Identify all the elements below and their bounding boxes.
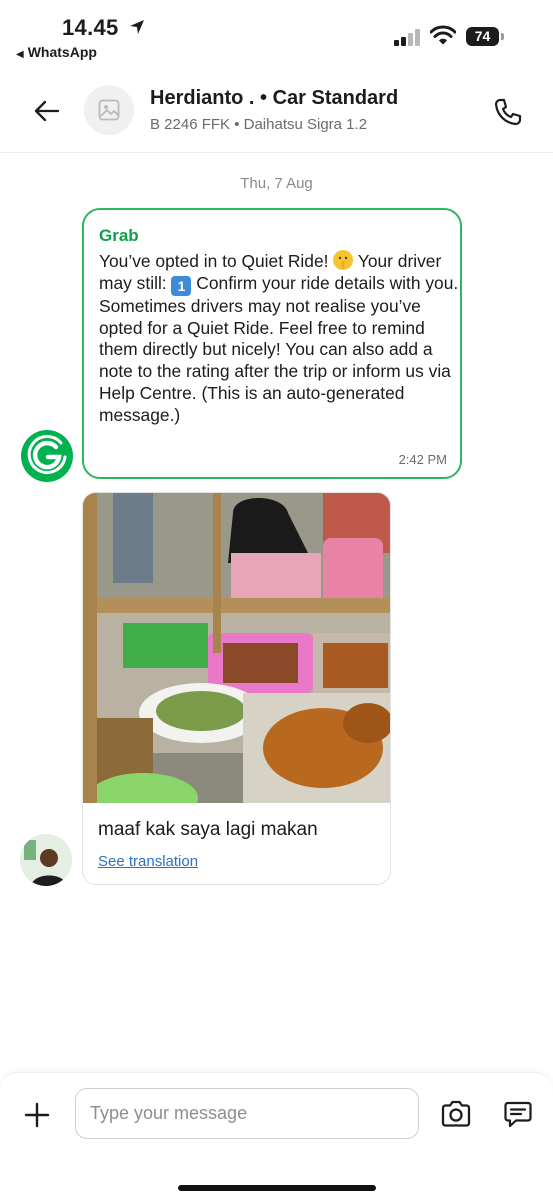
shushing-face-emoji-icon	[333, 250, 354, 270]
food-photo-image[interactable]	[83, 493, 390, 803]
back-to-app-link[interactable]: ◀ WhatsApp	[16, 44, 97, 60]
message-bubble-driver[interactable]: maaf kak saya lagi makan See translation	[82, 492, 391, 885]
status-time: 14.45	[62, 15, 119, 40]
vehicle-info: B 2246 FFK • Daihatsu Sigra 1.2	[150, 116, 368, 133]
home-indicator	[178, 1185, 376, 1191]
status-bar: 14.45 ◀ WhatsApp 74	[0, 0, 553, 70]
see-translation-link[interactable]: See translation	[98, 853, 198, 870]
battery-tip	[501, 33, 504, 40]
contact-name: Herdianto . • Car Standard	[150, 87, 399, 109]
message-sender: Grab	[99, 226, 139, 245]
grab-logo-avatar	[21, 430, 73, 482]
wifi-icon	[430, 25, 456, 45]
message-input[interactable]	[88, 1089, 392, 1138]
phone-icon[interactable]	[492, 96, 524, 128]
chat-header: Herdianto . • Car Standard B 2246 FFK • …	[0, 72, 553, 153]
message-input-wrapper	[75, 1088, 419, 1139]
battery-indicator: 74	[466, 27, 499, 46]
message-composer	[0, 1072, 553, 1201]
plus-icon[interactable]	[22, 1100, 52, 1130]
camera-icon[interactable]	[440, 1099, 472, 1129]
date-separator: Thu, 7 Aug	[240, 175, 313, 192]
message-caption: maaf kak saya lagi makan	[98, 819, 318, 840]
grab-logo-icon	[27, 435, 67, 474]
contact-avatar	[84, 85, 134, 135]
location-arrow-icon	[130, 20, 144, 34]
back-app-label: WhatsApp	[27, 44, 97, 60]
cellular-signal-icon	[394, 28, 422, 46]
message-timestamp: 2:42 PM	[398, 452, 447, 467]
message-text: You’ve opted in to Quiet Ride! Your driv…	[99, 250, 459, 425]
message-icon[interactable]	[503, 1099, 533, 1129]
keycap-one-emoji-icon: 1	[171, 275, 192, 296]
image-placeholder-icon	[98, 99, 120, 121]
arrow-left-icon[interactable]	[32, 96, 62, 126]
message-bubble-grab[interactable]: Grab You’ve opted in to Quiet Ride! Your…	[82, 208, 462, 479]
driver-avatar	[20, 834, 72, 886]
